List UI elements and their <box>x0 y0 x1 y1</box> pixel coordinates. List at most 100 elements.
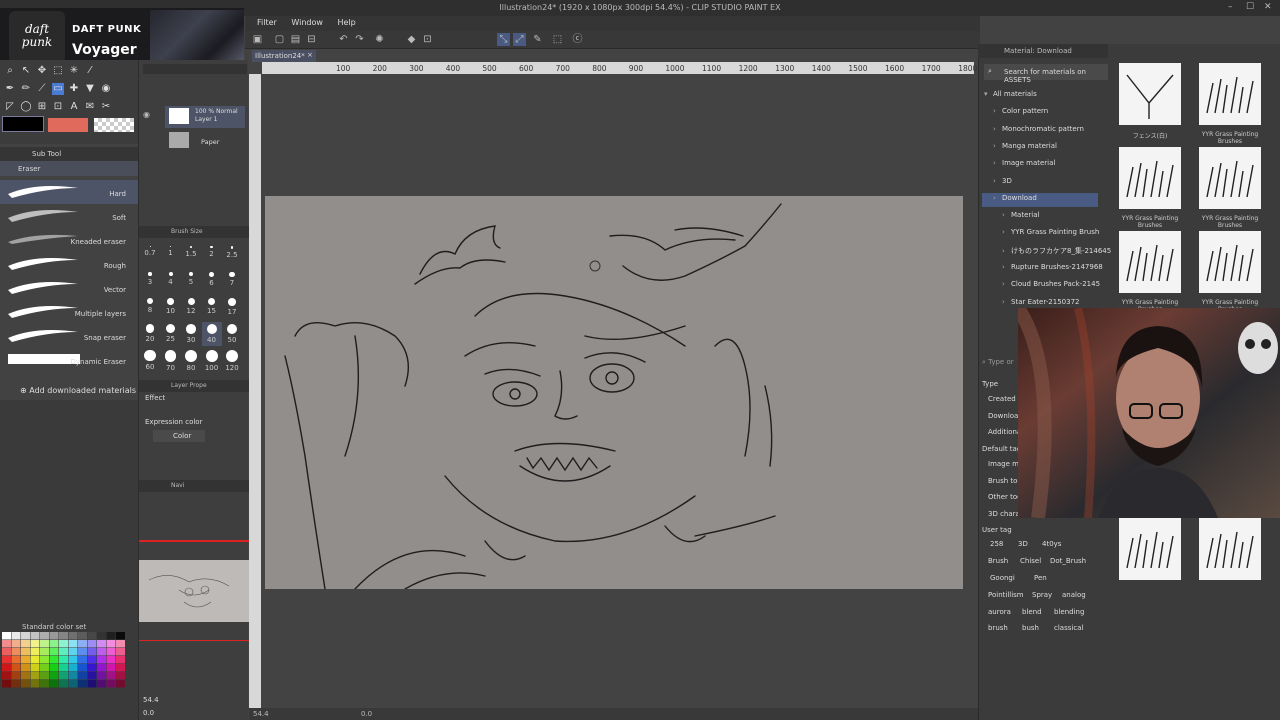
user-tag[interactable]: blend <box>1022 608 1042 616</box>
brush-size-4[interactable]: 4 <box>161 270 181 294</box>
chevron-icon[interactable]: › <box>1002 247 1011 255</box>
color-cell[interactable] <box>68 680 78 688</box>
save-icon[interactable]: ⊟ <box>305 33 318 46</box>
add-downloaded-materials[interactable]: ⊕ Add downloaded materials <box>20 386 136 395</box>
brush-size-50[interactable]: 50 <box>222 322 242 346</box>
color-cell[interactable] <box>49 648 59 656</box>
color-cell[interactable] <box>97 632 106 640</box>
tree-item[interactable]: ▾ All materials <box>984 90 1037 105</box>
tree-item[interactable]: › Material <box>1002 211 1039 226</box>
brush-size-3[interactable]: 3 <box>140 270 160 294</box>
user-tag[interactable]: Spray <box>1032 591 1052 599</box>
brush-size-70[interactable]: 70 <box>161 348 181 372</box>
color-cell[interactable] <box>40 656 49 664</box>
rotation-value[interactable]: 0.0 <box>143 709 159 719</box>
color-cell[interactable] <box>40 648 49 656</box>
color-cell[interactable] <box>21 640 30 648</box>
material-thumbnail[interactable] <box>1119 231 1181 293</box>
brush-size-7[interactable]: 7 <box>222 270 242 294</box>
brush-size-2[interactable]: 2 <box>202 244 222 268</box>
balloon-icon[interactable]: ✉ <box>84 101 96 113</box>
tree-item[interactable]: › Download <box>993 194 1037 209</box>
color-cell[interactable] <box>11 632 21 640</box>
tree-item[interactable]: › Monochromatic pattern <box>993 125 1084 140</box>
user-tag[interactable]: bush <box>1022 624 1039 632</box>
brush-size-12[interactable]: 12 <box>181 296 201 320</box>
brush-size-0.7[interactable]: 0.7 <box>140 244 160 268</box>
chevron-icon[interactable]: › <box>1002 298 1011 306</box>
material-thumbnail[interactable] <box>1199 147 1261 209</box>
color-cell[interactable] <box>97 680 106 688</box>
color-cell[interactable] <box>40 672 49 680</box>
color-cell[interactable] <box>21 664 30 672</box>
brush-size-25[interactable]: 25 <box>161 322 181 346</box>
user-tag[interactable]: classical <box>1054 624 1083 632</box>
auto-select-icon[interactable]: ✳ <box>68 65 80 77</box>
color-cell[interactable] <box>21 672 30 680</box>
clear-icon[interactable]: ✺ <box>373 33 386 46</box>
tab-close-icon[interactable]: × <box>307 51 313 59</box>
operation-icon[interactable]: ↖ <box>20 65 32 77</box>
default-tag[interactable]: Image m <box>988 460 1019 468</box>
color-cell[interactable] <box>40 640 49 648</box>
snap-ruler-icon[interactable]: ⤡ <box>497 33 510 46</box>
color-cell[interactable] <box>68 648 78 656</box>
color-cell[interactable] <box>49 640 59 648</box>
chevron-icon[interactable]: › <box>993 194 1002 202</box>
color-cell[interactable] <box>87 672 97 680</box>
color-cell[interactable] <box>40 664 49 672</box>
color-cell[interactable] <box>116 632 125 640</box>
color-cell[interactable] <box>49 664 59 672</box>
tree-item[interactable]: › Color pattern <box>993 107 1048 122</box>
color-cell[interactable] <box>30 672 40 680</box>
brush-item-dynamic-eraser[interactable]: Dynamic Eraser <box>0 348 138 372</box>
tree-item[interactable]: › Cloud Brushes Pack-2145 <box>1002 280 1100 295</box>
brush-size-2.5[interactable]: 2.5 <box>222 244 242 268</box>
user-tag[interactable]: aurora <box>988 608 1011 616</box>
material-thumbnail[interactable] <box>1119 63 1181 125</box>
type-search-input[interactable]: ⌕ Type or <box>982 358 1022 372</box>
color-cell[interactable] <box>21 648 30 656</box>
color-cell[interactable] <box>68 656 78 664</box>
eyedropper-icon[interactable]: ⁄ <box>84 65 96 77</box>
color-cell[interactable] <box>59 672 68 680</box>
color-cell[interactable] <box>11 648 21 656</box>
color-cell[interactable] <box>2 680 11 688</box>
color-cell[interactable] <box>11 672 21 680</box>
material-thumbnail[interactable] <box>1199 518 1261 580</box>
color-cell[interactable] <box>21 656 30 664</box>
eye-icon[interactable]: ◉ <box>143 110 150 119</box>
brush-size-15[interactable]: 15 <box>202 296 222 320</box>
color-cell[interactable] <box>30 680 40 688</box>
brush-size-80[interactable]: 80 <box>181 348 201 372</box>
brush-size-10[interactable]: 10 <box>161 296 181 320</box>
color-cell[interactable] <box>2 648 11 656</box>
color-cell[interactable] <box>87 640 97 648</box>
user-tag[interactable]: 4t0ys <box>1042 540 1061 548</box>
color-cell[interactable] <box>2 656 11 664</box>
brush-size-60[interactable]: 60 <box>140 348 160 372</box>
close-icon[interactable]: ✕ <box>1264 2 1272 12</box>
color-cell[interactable] <box>106 680 116 688</box>
color-cell[interactable] <box>116 680 125 688</box>
selection-icon[interactable]: ⬚ <box>52 65 64 77</box>
color-cell[interactable] <box>30 640 40 648</box>
brush-icon[interactable]: ⟋ <box>36 83 48 95</box>
user-tag[interactable]: Pen <box>1034 574 1047 582</box>
zoom-value[interactable]: 54.4 <box>143 696 159 706</box>
user-tag[interactable]: analog <box>1062 591 1086 599</box>
color-cell[interactable] <box>78 640 87 648</box>
brush-item-vector[interactable]: Vector <box>0 276 138 300</box>
color-cell[interactable] <box>78 648 87 656</box>
color-cell[interactable] <box>2 664 11 672</box>
color-cell[interactable] <box>87 632 97 640</box>
tree-item[interactable]: › 3D <box>993 177 1012 192</box>
default-tag[interactable]: 3D chara <box>988 510 1020 518</box>
brush-item-multiple-layers[interactable]: Multiple layers <box>0 300 138 324</box>
pen-icon[interactable]: ✒ <box>4 83 16 95</box>
material-thumbnail[interactable] <box>1119 147 1181 209</box>
user-tag[interactable]: blending <box>1054 608 1084 616</box>
chevron-icon[interactable]: › <box>993 142 1002 150</box>
transform-icon[interactable]: ⊡ <box>421 33 434 46</box>
frame-icon[interactable]: ⊞ <box>36 101 48 113</box>
